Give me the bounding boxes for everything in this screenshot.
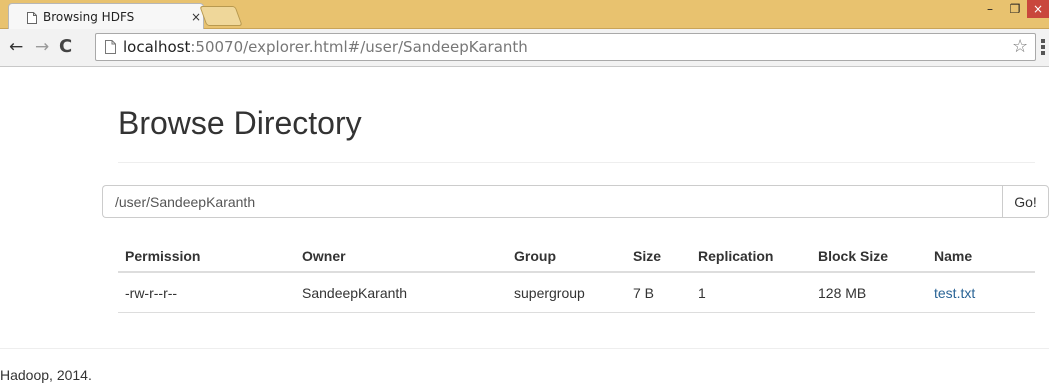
maximize-button[interactable]: ❐ bbox=[1003, 0, 1027, 18]
cell-permission: -rw-r--r-- bbox=[125, 285, 178, 301]
forward-arrow-icon[interactable]: → bbox=[35, 37, 49, 57]
cell-group: supergroup bbox=[514, 285, 585, 301]
cell-owner: SandeepKaranth bbox=[302, 285, 408, 301]
cell-size: 7 B bbox=[633, 285, 655, 301]
url-host: localhost bbox=[123, 38, 191, 56]
header-owner[interactable]: Owner bbox=[302, 248, 346, 264]
header-block-size[interactable]: Block Size bbox=[818, 248, 888, 264]
bookmark-star-icon[interactable]: ☆ bbox=[1012, 36, 1028, 57]
header-name[interactable]: Name bbox=[934, 248, 972, 264]
new-tab-button[interactable] bbox=[199, 6, 243, 26]
header-permission[interactable]: Permission bbox=[125, 248, 200, 264]
cell-block-size: 128 MB bbox=[818, 285, 867, 301]
address-bar[interactable]: localhost:50070/explorer.html#/user/Sand… bbox=[95, 33, 1036, 61]
directory-listing-table: Permission Owner Group Size Replication … bbox=[118, 240, 1035, 313]
file-name-link[interactable]: test.txt bbox=[934, 285, 975, 301]
minimize-button[interactable]: – bbox=[978, 0, 1002, 18]
browser-toolbar: ← → C localhost:50070/explorer.html#/use… bbox=[0, 29, 1049, 67]
close-window-button[interactable]: × bbox=[1027, 0, 1049, 18]
title-divider bbox=[118, 162, 1035, 163]
window-titlebar: Browsing HDFS × – ❐ × bbox=[0, 0, 1049, 30]
header-size[interactable]: Size bbox=[633, 248, 661, 264]
url-path: :50070/explorer.html#/user/SandeepKarant… bbox=[190, 38, 528, 56]
header-group[interactable]: Group bbox=[514, 248, 556, 264]
header-replication[interactable]: Replication bbox=[698, 248, 773, 264]
table-row: -rw-r--r-- SandeepKaranth supergroup 7 B… bbox=[118, 273, 1035, 313]
page-info-icon[interactable] bbox=[105, 40, 116, 54]
directory-path-input[interactable] bbox=[102, 185, 1002, 218]
browser-menu-icon[interactable] bbox=[1041, 39, 1045, 57]
tab-title: Browsing HDFS bbox=[43, 10, 135, 24]
tab-close-icon[interactable]: × bbox=[191, 10, 201, 24]
back-arrow-icon[interactable]: ← bbox=[9, 37, 23, 57]
table-header-row: Permission Owner Group Size Replication … bbox=[118, 240, 1035, 273]
page-title: Browse Directory bbox=[118, 105, 362, 141]
url-text[interactable]: localhost:50070/explorer.html#/user/Sand… bbox=[123, 38, 528, 56]
page-icon bbox=[27, 12, 37, 24]
go-button[interactable]: Go! bbox=[1002, 185, 1049, 218]
cell-replication: 1 bbox=[698, 285, 706, 301]
footer-divider bbox=[0, 348, 1049, 349]
reload-icon[interactable]: C bbox=[59, 36, 72, 57]
browser-tab-active[interactable]: Browsing HDFS × bbox=[8, 3, 204, 30]
